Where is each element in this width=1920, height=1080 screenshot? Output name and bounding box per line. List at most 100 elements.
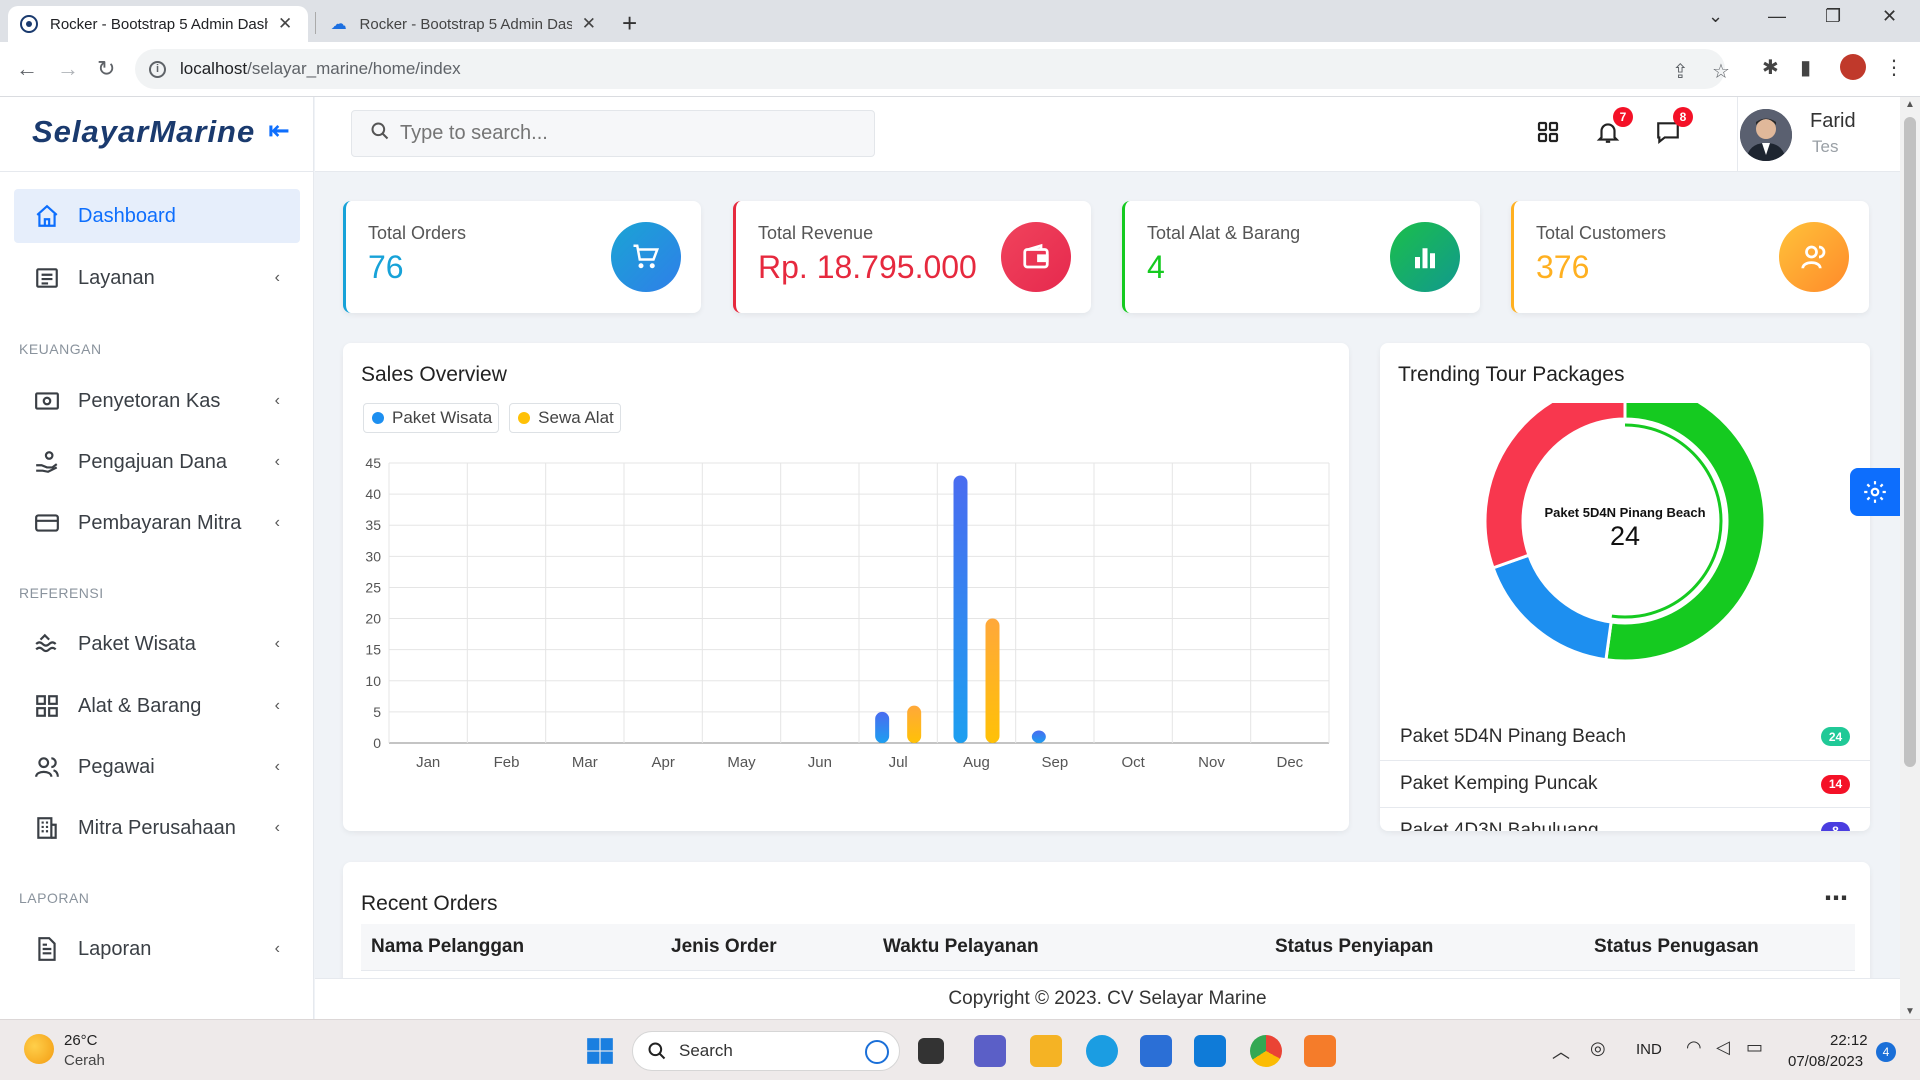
chevron-left-icon: ‹: [274, 940, 280, 957]
scroll-down-icon[interactable]: ▼: [1905, 1006, 1915, 1017]
extensions-icon[interactable]: ✱: [1762, 55, 1779, 80]
sidebar-item-label: Layanan: [78, 266, 155, 289]
recent-orders-table-header: Nama Pelanggan Jenis Order Waktu Pelayan…: [361, 924, 1855, 971]
clock-date[interactable]: 07/08/2023: [1788, 1053, 1863, 1070]
brand-logo-text: SelayarMarine: [32, 114, 256, 149]
sidebar-item-penyetoran-kas[interactable]: Penyetoran Kas ‹: [14, 374, 300, 428]
xampp-icon[interactable]: [1304, 1035, 1336, 1067]
trending-item-name: Paket Kemping Puncak: [1400, 773, 1598, 794]
donut-slice[interactable]: [1491, 553, 1613, 662]
network-globe-icon[interactable]: ◎: [1590, 1038, 1606, 1059]
url-field[interactable]: i localhost/selayar_marine/home/index: [135, 49, 1725, 89]
sidebar-item-laporan[interactable]: Laporan ‹: [14, 922, 300, 976]
task-view-icon[interactable]: [918, 1038, 944, 1064]
volume-icon[interactable]: ◁: [1716, 1037, 1730, 1058]
trending-item[interactable]: Paket 5D4N Pinang Beach 24: [1380, 713, 1870, 760]
sidebar-item-pegawai[interactable]: Pegawai ‹: [14, 740, 300, 794]
search-input[interactable]: [400, 122, 840, 145]
chevron-left-icon: ‹: [274, 819, 280, 836]
theme-settings-button[interactable]: [1850, 468, 1900, 516]
browser-tab-2[interactable]: ☁ Rocker - Bootstrap 5 Admin Dashboard ✕: [318, 6, 608, 42]
stat-value: 4: [1147, 249, 1165, 285]
browser-tab-1[interactable]: Rocker - Bootstrap 5 Admin Dashboard ✕: [8, 6, 308, 42]
x-tick-label: Dec: [1276, 754, 1303, 771]
weather-temperature[interactable]: 26°C: [64, 1032, 98, 1049]
taskbar-search[interactable]: Search: [632, 1031, 900, 1071]
scroll-up-icon[interactable]: ▲: [1905, 99, 1915, 110]
hand-coin-icon: [32, 447, 62, 477]
column-header[interactable]: Nama Pelanggan: [371, 936, 524, 958]
minimize-icon[interactable]: —: [1768, 6, 1786, 27]
file-explorer-icon[interactable]: [1030, 1035, 1062, 1067]
windows-start-icon[interactable]: [584, 1035, 616, 1067]
battery-icon[interactable]: ▭: [1746, 1037, 1763, 1058]
tab-search-icon[interactable]: ⌄: [1708, 6, 1723, 27]
input-language[interactable]: IND: [1636, 1041, 1662, 1058]
chevron-left-icon: ‹: [274, 269, 280, 286]
bar-sewa-alat: [907, 705, 922, 743]
reload-icon[interactable]: ↻: [97, 56, 115, 82]
windows-taskbar: 26°C Cerah Search ︿ ◎ IND ◠ ◁ ▭ 22:12 07…: [0, 1019, 1920, 1080]
profile-avatar-icon[interactable]: [1840, 54, 1866, 80]
sidebar-collapse-icon[interactable]: ⇤: [268, 115, 290, 146]
page-scrollbar[interactable]: ▲ ▼: [1900, 97, 1920, 1019]
sidebar-item-pembayaran-mitra[interactable]: Pembayaran Mitra ‹: [14, 496, 300, 550]
user-name[interactable]: Farid: [1810, 110, 1856, 133]
close-tab-icon[interactable]: ✕: [278, 14, 292, 34]
notification-bell-icon[interactable]: 7: [1593, 107, 1633, 147]
teams-icon[interactable]: [974, 1035, 1006, 1067]
wifi-icon[interactable]: ◠: [1686, 1037, 1702, 1058]
show-hidden-icons-icon[interactable]: ︿: [1552, 1038, 1570, 1064]
messages-icon[interactable]: 8: [1653, 107, 1693, 147]
document-icon: [32, 263, 62, 293]
y-tick-label: 30: [365, 548, 381, 564]
page-footer: Copyright © 2023. CV Selayar Marine: [315, 978, 1900, 1019]
share-icon[interactable]: ⇪: [1672, 59, 1689, 84]
section-label-laporan: LAPORAN: [19, 890, 90, 906]
waves-icon: [32, 629, 62, 659]
new-tab-icon[interactable]: +: [622, 8, 637, 39]
edge-icon[interactable]: [1086, 1035, 1118, 1067]
vscode-icon[interactable]: [1194, 1035, 1226, 1067]
notification-center-badge[interactable]: 4: [1876, 1042, 1896, 1062]
trending-item[interactable]: Paket Kemping Puncak 14: [1380, 760, 1870, 807]
sidebar-item-dashboard[interactable]: Dashboard: [14, 189, 300, 243]
chrome-icon[interactable]: [1250, 1035, 1282, 1067]
bookmark-star-icon[interactable]: ☆: [1712, 59, 1730, 84]
microsoft-store-icon[interactable]: [1140, 1035, 1172, 1067]
gear-icon: [1864, 481, 1886, 503]
restore-icon[interactable]: ❐: [1825, 6, 1841, 27]
trending-item[interactable]: Paket 4D3N Bahuluang 8: [1380, 807, 1870, 831]
sidebar-item-layanan[interactable]: Layanan ‹: [14, 251, 300, 305]
recent-orders-title: Recent Orders: [361, 892, 498, 915]
column-header[interactable]: Status Penyiapan: [1275, 936, 1433, 958]
more-options-icon[interactable]: ⋯: [1824, 884, 1848, 913]
stat-label: Total Revenue: [758, 223, 874, 243]
chrome-menu-icon[interactable]: ⋮: [1884, 55, 1904, 80]
sidebar-item-pengajuan-dana[interactable]: Pengajuan Dana ‹: [14, 435, 300, 489]
clock-time[interactable]: 22:12: [1830, 1032, 1868, 1049]
column-header[interactable]: Jenis Order: [671, 936, 777, 958]
donut-slice[interactable]: [1483, 403, 1627, 570]
back-icon[interactable]: ←: [16, 56, 38, 82]
sidebar-item-mitra-perusahaan[interactable]: Mitra Perusahaan ‹: [14, 801, 300, 855]
scrollbar-thumb[interactable]: [1904, 117, 1916, 767]
trending-donut-chart: Paket 5D4N Pinang Beach 24: [1483, 403, 1767, 663]
trending-count-badge: 8: [1821, 821, 1850, 831]
close-window-icon[interactable]: ✕: [1882, 6, 1897, 27]
weather-icon[interactable]: [24, 1034, 54, 1064]
trending-title: Trending Tour Packages: [1398, 363, 1625, 386]
column-header[interactable]: Waktu Pelayanan: [883, 936, 1039, 958]
sidebar-item-paket-wisata[interactable]: Paket Wisata ‹: [14, 617, 300, 671]
bing-icon[interactable]: [865, 1040, 889, 1064]
column-header[interactable]: Status Penugasan: [1594, 936, 1759, 958]
user-avatar[interactable]: [1740, 109, 1792, 161]
sidebar-item-alat-barang[interactable]: Alat & Barang ‹: [14, 679, 300, 733]
apps-grid-icon[interactable]: [1533, 117, 1563, 147]
x-tick-label: Nov: [1198, 754, 1225, 771]
close-tab-icon[interactable]: ✕: [582, 14, 596, 34]
forward-icon[interactable]: →: [57, 56, 79, 82]
side-panel-icon[interactable]: ▮: [1800, 55, 1811, 80]
sidebar-item-label: Laporan: [78, 937, 152, 960]
site-info-icon[interactable]: i: [149, 60, 166, 78]
